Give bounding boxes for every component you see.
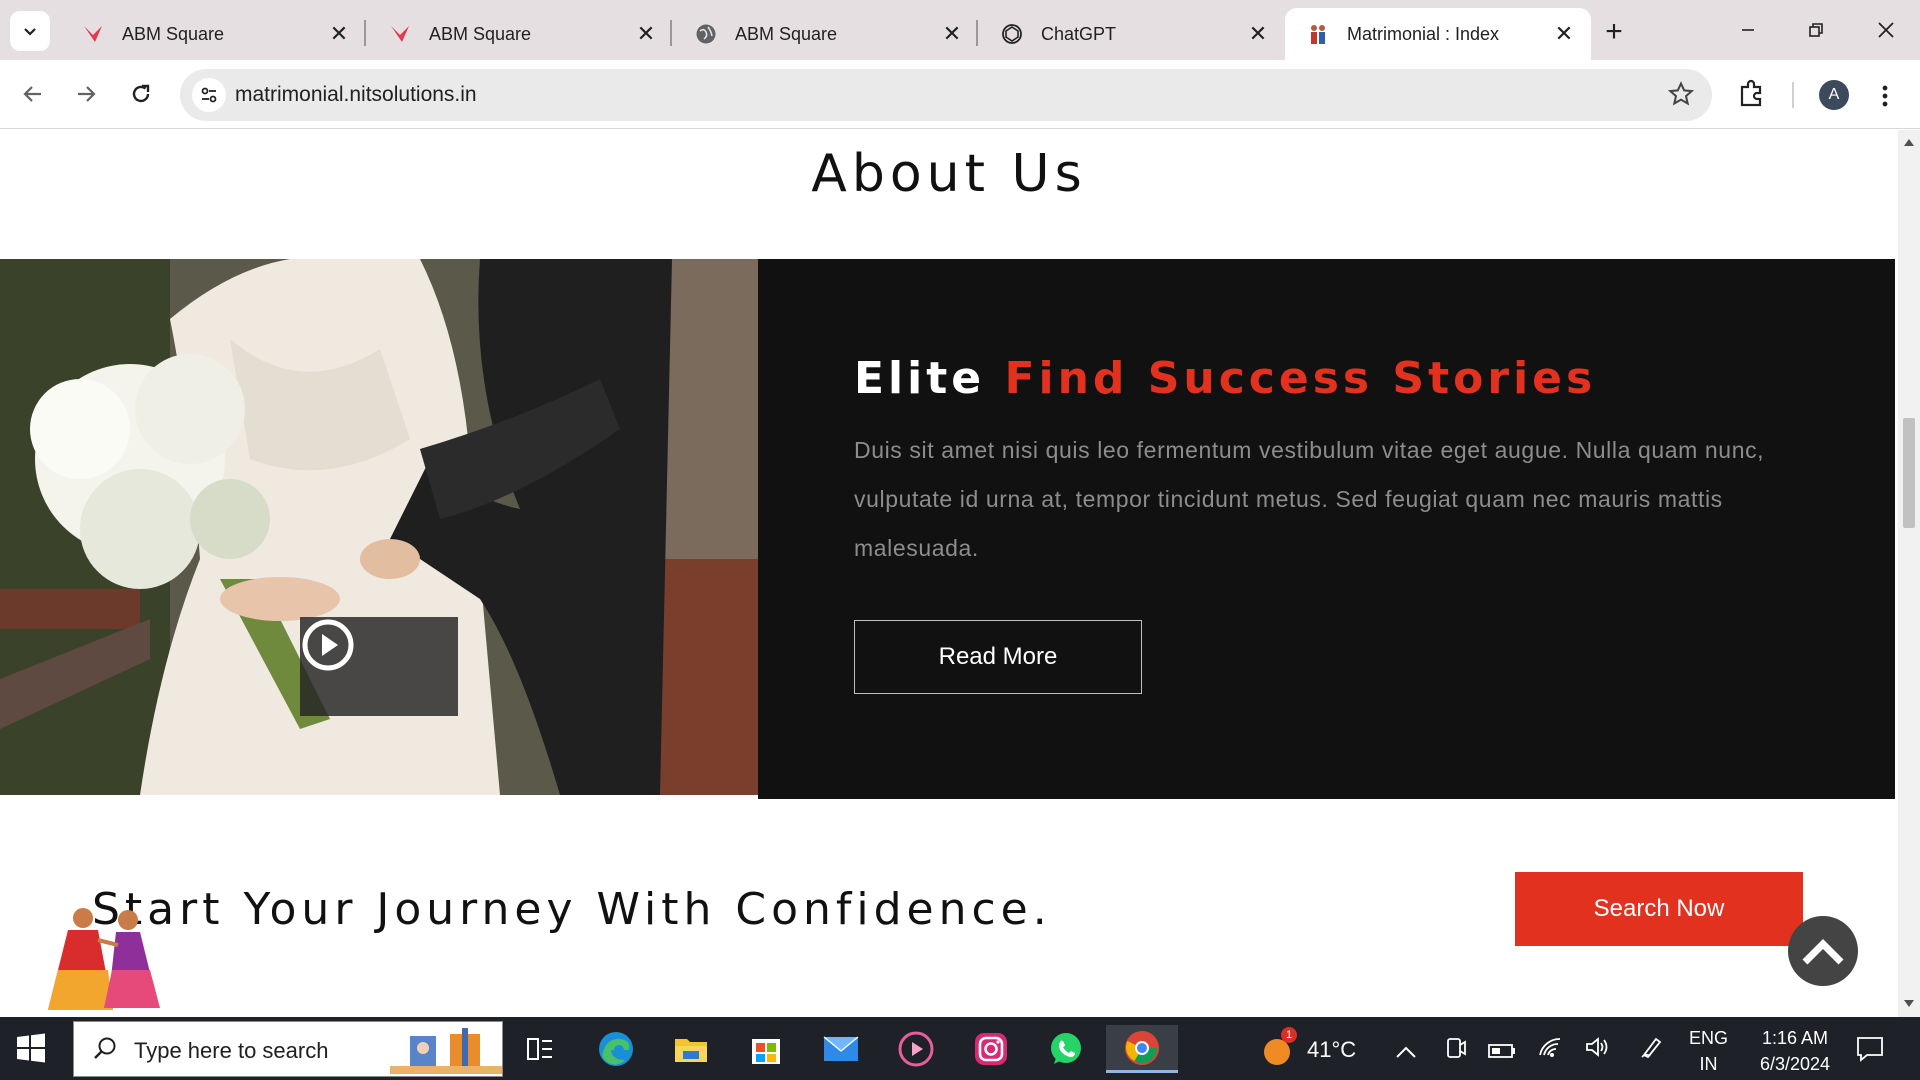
success-stories-panel: Elite Find Success Stories Duis sit amet…	[758, 259, 1895, 799]
edge-browser-icon[interactable]	[592, 1025, 640, 1073]
clock-date: 6/3/2024	[1759, 1054, 1831, 1074]
chevron-down-icon	[24, 28, 36, 36]
new-tab-button[interactable]: +	[1596, 14, 1632, 50]
whatsapp-icon[interactable]	[1042, 1025, 1090, 1073]
tab-close-icon[interactable]: ✕	[1551, 21, 1577, 47]
system-clock[interactable]: 1:16 AM 6/3/2024	[1745, 1025, 1845, 1077]
close-icon	[1878, 22, 1894, 38]
url-text[interactable]: matrimonial.nitsolutions.in	[235, 83, 477, 107]
tab-abm-square-2[interactable]: ABM Square ✕	[367, 8, 673, 60]
weather-temperature[interactable]: 41°C	[1307, 1037, 1356, 1063]
tab-abm-square-1[interactable]: ABM Square ✕	[60, 8, 366, 60]
media-player-icon[interactable]	[892, 1025, 940, 1073]
tab-title: ABM Square	[122, 23, 225, 44]
tab-abm-square-3[interactable]: ABM Square ✕	[673, 8, 979, 60]
mail-icon[interactable]	[817, 1025, 865, 1073]
abm-logo-icon	[389, 23, 411, 45]
bookmark-star-icon[interactable]	[1667, 81, 1695, 112]
instagram-icon[interactable]	[967, 1025, 1015, 1073]
toolbar-separator	[1792, 82, 1794, 108]
microsoft-store-icon[interactable]	[742, 1025, 790, 1073]
page-scrollbar[interactable]	[1898, 130, 1920, 1017]
language-code: ENG	[1689, 1028, 1729, 1048]
minimize-button[interactable]	[1718, 10, 1778, 50]
tab-close-icon[interactable]: ✕	[326, 21, 352, 47]
about-paragraph: Duis sit amet nisi quis leo fermentum ve…	[854, 437, 1765, 561]
couple-icon	[1307, 23, 1329, 45]
arrow-left-icon	[23, 86, 41, 102]
wedding-couple-photo	[0, 259, 758, 795]
heading-red-part: Find Success Stories	[1004, 353, 1597, 404]
tab-title: ABM Square	[735, 23, 838, 44]
dancing-couple-illustration	[48, 908, 160, 1010]
site-info-icon[interactable]	[192, 78, 226, 112]
battery-icon[interactable]	[1488, 1039, 1516, 1065]
pen-workspace-icon[interactable]	[1640, 1035, 1664, 1065]
file-explorer-icon[interactable]	[667, 1025, 715, 1073]
search-icon	[94, 1037, 116, 1059]
chevron-up-icon	[1802, 939, 1844, 965]
tab-search-button[interactable]	[10, 11, 50, 51]
task-view-icon[interactable]	[516, 1025, 564, 1073]
abm-logo-icon	[82, 23, 104, 45]
globe-icon	[695, 23, 717, 45]
tab-title: Matrimonial : Index	[1347, 23, 1500, 44]
scroll-down-arrow-icon[interactable]	[1903, 998, 1915, 1010]
extensions-puzzle-icon[interactable]	[1737, 78, 1767, 113]
read-more-button[interactable]: Read More	[854, 620, 1142, 694]
tab-separator	[364, 20, 366, 46]
chatgpt-icon	[1001, 23, 1023, 45]
weather-notification-badge: 1	[1281, 1027, 1297, 1043]
reload-button[interactable]	[121, 74, 161, 114]
clock-time: 1:16 AM	[1761, 1028, 1829, 1048]
minimize-icon	[1742, 29, 1754, 31]
chrome-icon[interactable]	[1106, 1025, 1178, 1073]
reload-icon	[132, 84, 150, 103]
tab-close-icon[interactable]: ✕	[939, 21, 965, 47]
search-highlight-illustration	[390, 1028, 502, 1074]
success-stories-heading: Elite Find Success Stories	[854, 353, 1596, 404]
tab-title: ABM Square	[429, 23, 532, 44]
tab-close-icon[interactable]: ✕	[633, 21, 659, 47]
tab-strip: ABM Square ✕ ABM Square ✕ ABM Square ✕ C…	[0, 0, 1920, 60]
restore-button[interactable]	[1786, 10, 1846, 50]
search-now-button[interactable]: Search Now	[1515, 872, 1803, 946]
volume-icon[interactable]	[1584, 1035, 1610, 1065]
taskbar-search-box[interactable]: Type here to search	[73, 1021, 503, 1077]
back-button[interactable]	[13, 74, 53, 114]
input-language-indicator[interactable]: ENG IN	[1689, 1025, 1728, 1077]
notification-center-icon[interactable]	[1855, 1035, 1885, 1068]
scroll-to-top-button[interactable]	[1788, 916, 1858, 986]
play-icon	[302, 619, 354, 671]
tab-title: ChatGPT	[1041, 23, 1117, 44]
tab-chatgpt[interactable]: ChatGPT ✕	[979, 8, 1285, 60]
arrow-right-icon	[78, 86, 96, 102]
language-region: IN	[1699, 1054, 1718, 1074]
tab-separator	[976, 20, 978, 46]
journey-heading: Start Your Journey With Confidence.	[92, 884, 1052, 935]
close-window-button[interactable]	[1856, 10, 1916, 50]
profile-avatar[interactable]: A	[1819, 80, 1849, 110]
about-us-heading: About Us	[811, 144, 1087, 204]
forward-button[interactable]	[66, 74, 106, 114]
play-video-button[interactable]	[300, 617, 458, 716]
page-viewport: About Us Elite Find Success Stories Duis…	[0, 130, 1898, 1017]
scroll-up-arrow-icon[interactable]	[1903, 136, 1915, 148]
show-hidden-icons-chevron-icon[interactable]	[1395, 1039, 1417, 1065]
more-menu-icon[interactable]	[1870, 76, 1900, 116]
address-bar[interactable]: matrimonial.nitsolutions.in	[180, 69, 1712, 121]
windows-start-icon[interactable]	[14, 1031, 48, 1065]
restore-icon	[1809, 23, 1823, 37]
browser-toolbar: matrimonial.nitsolutions.in A	[0, 60, 1920, 129]
search-placeholder: Type here to search	[134, 1038, 329, 1063]
tab-matrimonial-index[interactable]: Matrimonial : Index ✕	[1285, 8, 1591, 60]
meet-now-icon[interactable]	[1444, 1035, 1468, 1067]
tab-separator	[670, 20, 672, 46]
heading-white-part: Elite	[854, 353, 986, 404]
tab-close-icon[interactable]: ✕	[1245, 21, 1271, 47]
scrollbar-thumb[interactable]	[1903, 418, 1915, 528]
wifi-icon[interactable]	[1538, 1035, 1564, 1065]
windows-taskbar: Type here to search 1 41°C ENG IN 1:16 A…	[0, 1017, 1920, 1080]
